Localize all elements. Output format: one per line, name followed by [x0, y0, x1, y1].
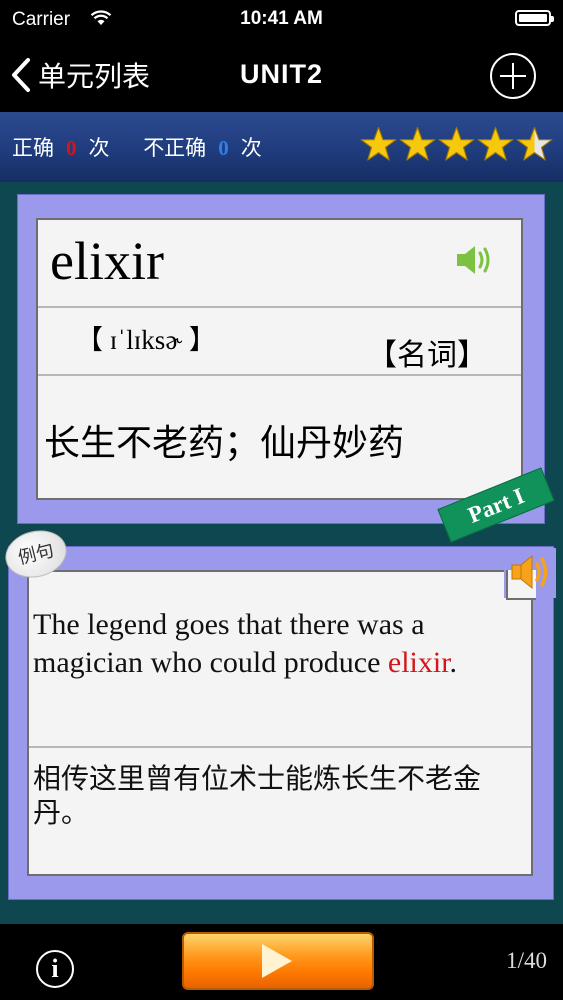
- bottom-toolbar: i 1/40: [0, 924, 563, 1000]
- part-of-speech: 【名词】: [367, 339, 487, 372]
- word-definition: 长生不老药；仙丹妙药: [44, 422, 405, 463]
- word-card-panel: elixir 【 ɪˈlɪksɚ 】 【名词】 长生不老药；仙丹妙药: [36, 218, 523, 500]
- star-icon[interactable]: [360, 126, 397, 163]
- incorrect-count: 0: [218, 136, 229, 160]
- incorrect-label: 不正确: [143, 137, 207, 160]
- star-icon[interactable]: [399, 126, 436, 163]
- star-icon[interactable]: [477, 126, 514, 163]
- answer-stats: 正确 0 次 不正确 0 次: [12, 132, 262, 162]
- page-title: UNIT2: [239, 59, 323, 89]
- speaker-icon[interactable]: [455, 242, 495, 278]
- divider: [38, 374, 521, 376]
- example-sentence-text: The legend goes that there was a magicia…: [33, 608, 425, 679]
- divider: [38, 306, 521, 308]
- play-button[interactable]: [182, 932, 374, 990]
- play-icon: [262, 944, 292, 978]
- example-card-panel: The legend goes that there was a magicia…: [27, 570, 533, 876]
- example-translation: 相传这里曾有位术士能炼长生不老金丹。: [33, 763, 482, 828]
- example-sentence: The legend goes that there was a magicia…: [33, 606, 531, 682]
- stats-bar: 正确 0 次 不正确 0 次: [0, 112, 563, 182]
- phonetic: 【 ɪˈlɪksɚ 】: [76, 325, 216, 355]
- status-time: 10:41 AM: [240, 8, 323, 29]
- battery-icon: [515, 10, 554, 26]
- correct-unit: 次: [88, 137, 110, 160]
- speaker-icon[interactable]: [510, 552, 552, 592]
- example-sentence-end: .: [449, 646, 458, 679]
- word-card: elixir 【 ɪˈlɪksɚ 】 【名词】 长生不老药；仙丹妙药: [17, 194, 545, 524]
- vocab-word: elixir: [50, 231, 164, 291]
- correct-label: 正确: [12, 137, 54, 160]
- divider: [29, 746, 531, 748]
- status-bar: Carrier 10:41 AM: [0, 0, 563, 38]
- incorrect-unit: 次: [240, 137, 262, 160]
- info-button[interactable]: i: [36, 950, 74, 988]
- page-counter: 1/40: [506, 948, 547, 973]
- correct-count: 0: [66, 136, 77, 160]
- star-rating[interactable]: [360, 126, 553, 163]
- example-sentence-highlight: elixir: [387, 646, 450, 679]
- star-icon[interactable]: [516, 126, 553, 163]
- add-button[interactable]: [490, 53, 536, 99]
- info-icon: i: [51, 954, 59, 983]
- example-card: The legend goes that there was a magicia…: [8, 546, 554, 900]
- navigation-bar: 单元列表 UNIT2: [0, 38, 563, 112]
- star-icon[interactable]: [438, 126, 475, 163]
